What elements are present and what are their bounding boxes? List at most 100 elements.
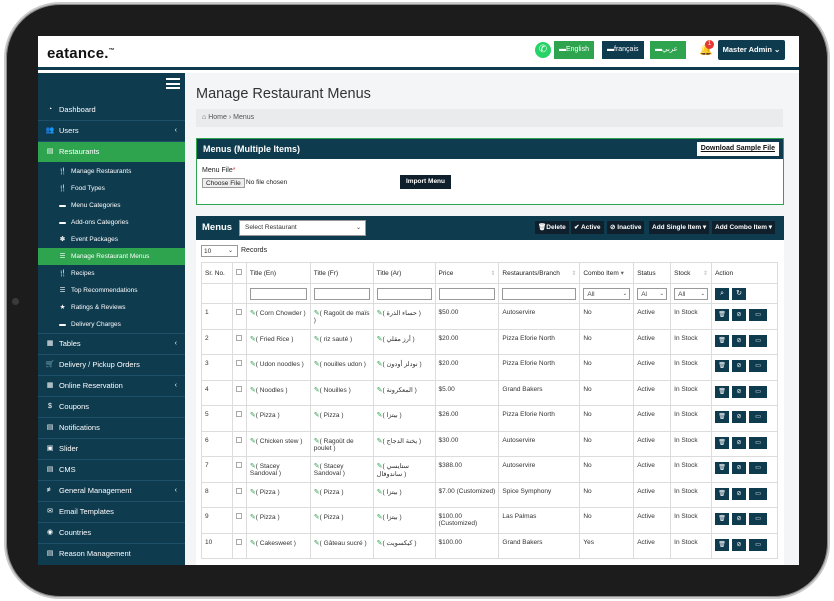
view-icon[interactable]: ▭ [749, 309, 768, 321]
restaurant-select[interactable]: Select Restaurant ⌄ [239, 220, 366, 236]
delete-icon[interactable]: 🗑 [715, 462, 730, 474]
view-icon[interactable]: ▭ [749, 411, 768, 423]
download-sample-button[interactable]: Download Sample File [696, 142, 779, 156]
col-price[interactable]: Price ⇕ [434, 262, 500, 284]
delete-icon[interactable]: 🗑 [715, 334, 730, 347]
sidebar-item-coupons[interactable]: $ Coupons [38, 397, 185, 417]
row-checkbox[interactable] [235, 513, 242, 519]
delete-icon[interactable]: 🗑 [715, 487, 730, 500]
lang-english-button[interactable]: ▬English [554, 41, 594, 59]
delete-icon[interactable]: 🗑 [715, 411, 730, 423]
sidebar-sub-manage-restaurants[interactable]: 🍴 Manage Restaurants [38, 163, 185, 180]
view-icon[interactable]: ▭ [749, 513, 768, 525]
view-icon[interactable]: ▭ [749, 538, 768, 551]
sidebar-sub-manage-restaurant-menus[interactable]: ☰ Manage Restaurant Menus [38, 248, 185, 265]
hamburger-icon[interactable] [166, 78, 180, 89]
row-checkbox[interactable] [235, 487, 242, 494]
sidebar-item-users[interactable]: 👥 Users ‹ [38, 121, 185, 141]
view-icon[interactable]: ▭ [749, 487, 768, 500]
filter-title-ar-input[interactable] [376, 287, 432, 300]
delete-icon[interactable]: 🗑 [715, 385, 730, 398]
filter-title-fr-input[interactable] [313, 287, 370, 300]
choose-file-button[interactable]: Choose File [202, 178, 245, 188]
view-icon[interactable]: ▭ [749, 360, 768, 372]
block-icon[interactable]: ⊘ [732, 513, 747, 525]
active-button[interactable]: ✔ Active [571, 221, 604, 234]
reset-icon[interactable]: ↻ [732, 287, 747, 300]
col-title-fr[interactable]: Title (Fr) [309, 262, 374, 284]
sidebar-sub-ratings-reviews[interactable]: ★ Ratings & Reviews [38, 299, 185, 316]
block-icon[interactable]: ⊘ [732, 487, 747, 500]
sidebar-sub-addons-categories[interactable]: ▬ Add-ons Categories [38, 214, 185, 231]
sidebar-item-reason-management[interactable]: ▤ Reason Management [38, 544, 185, 564]
sidebar-item-email-templates[interactable]: ✉ Email Templates [38, 502, 185, 522]
block-icon[interactable]: ⊘ [732, 462, 747, 474]
select-all-checkbox[interactable] [235, 269, 242, 275]
sidebar-item-slider[interactable]: ▣ Slider [38, 439, 185, 459]
filter-restaurant-input[interactable] [502, 287, 577, 300]
view-icon[interactable]: ▭ [749, 385, 768, 398]
inactive-button[interactable]: ⊘ Inactive [607, 221, 645, 234]
sidebar-item-dashboard[interactable]: ◔ Dashboard [38, 100, 185, 120]
sidebar-sub-delivery-charges[interactable]: ▬ Delivery Charges [38, 316, 185, 333]
sidebar-item-tables[interactable]: ▦ Tables ‹ [38, 334, 185, 354]
col-status[interactable]: Status [633, 262, 672, 284]
col-restaurants[interactable]: Restaurants/Branch ⇕ [498, 262, 581, 284]
sidebar-sub-recipes[interactable]: 🍴 Recipes [38, 265, 185, 282]
sidebar-sub-event-packages[interactable]: ✽ Event Packages [38, 231, 185, 248]
delete-icon[interactable]: 🗑 [715, 538, 730, 551]
block-icon[interactable]: ⊘ [732, 360, 747, 372]
sidebar-item-cms[interactable]: ▤ CMS [38, 460, 185, 480]
block-icon[interactable]: ⊘ [732, 436, 747, 449]
view-icon[interactable]: ▭ [749, 436, 768, 449]
filter-stock-select[interactable]: All ⌄ [674, 287, 709, 300]
add-combo-item-button[interactable]: Add Combo Item ▾ [712, 221, 776, 234]
whatsapp-icon[interactable]: ✆ [535, 42, 551, 58]
delete-icon[interactable]: 🗑 [715, 513, 730, 525]
col-title-en[interactable]: Title (En) [245, 262, 311, 284]
breadcrumb-home[interactable]: Home [208, 114, 227, 121]
filter-combo-select[interactable]: All ⌄ [583, 287, 631, 300]
admin-menu-button[interactable]: Master Admin ⌄ [718, 40, 785, 60]
delete-button[interactable]: 🗑Delete [535, 221, 569, 234]
sidebar-sub-menu-categories[interactable]: ▬ Menu Categories [38, 197, 185, 214]
view-icon[interactable]: ▭ [749, 462, 768, 474]
row-checkbox[interactable] [235, 385, 242, 392]
import-menu-button[interactable]: Import Menu [400, 175, 451, 189]
sidebar-item-notifications[interactable]: ▤ Notifications [38, 418, 185, 438]
row-checkbox[interactable] [235, 309, 242, 315]
col-combo[interactable]: Combo Item ▾ [579, 262, 635, 284]
col-stock[interactable]: Stock ⇕ [670, 262, 713, 284]
row-checkbox[interactable] [235, 411, 242, 417]
app-logo[interactable]: eatance.™ [47, 45, 115, 62]
search-icon[interactable]: ⌕ [715, 287, 730, 300]
block-icon[interactable]: ⊘ [732, 385, 747, 398]
delete-icon[interactable]: 🗑 [715, 360, 730, 372]
view-icon[interactable]: ▭ [749, 334, 768, 347]
delete-icon[interactable]: 🗑 [715, 309, 730, 321]
lang-french-button[interactable]: ▬français [602, 41, 644, 59]
block-icon[interactable]: ⊘ [732, 334, 747, 347]
sidebar-item-general-management[interactable]: ≢ General Management ‹ [38, 481, 185, 501]
row-checkbox[interactable] [235, 360, 242, 366]
col-title-ar[interactable]: Title (Ar) [372, 262, 436, 284]
row-checkbox[interactable] [235, 436, 242, 443]
sidebar-item-countries[interactable]: ◉ Countries [38, 523, 185, 543]
sidebar-sub-top-recommendations[interactable]: ☰ Top Recommendations [38, 282, 185, 299]
row-checkbox[interactable] [235, 462, 242, 468]
filter-title-en-input[interactable] [249, 287, 307, 300]
filter-price-input[interactable] [438, 287, 496, 300]
sidebar-item-online-reservation[interactable]: ▦ Online Reservation ‹ [38, 376, 185, 396]
row-checkbox[interactable] [235, 334, 242, 341]
records-select[interactable]: 10 ⌄ [201, 245, 238, 257]
block-icon[interactable]: ⊘ [732, 538, 747, 551]
row-checkbox[interactable] [235, 538, 242, 545]
sidebar-item-delivery-orders[interactable]: 🛒 Delivery / Pickup Orders [38, 355, 185, 375]
lang-arabic-button[interactable]: ▬عربي [650, 41, 686, 59]
sidebar-item-restaurants[interactable]: ▤ Restaurants [38, 142, 193, 162]
block-icon[interactable]: ⊘ [732, 309, 747, 321]
sidebar-sub-food-types[interactable]: 🍴 Food Types [38, 180, 185, 197]
filter-status-select[interactable]: Al ⌄ [637, 287, 668, 300]
add-single-item-button[interactable]: Add Single Item ▾ [649, 221, 710, 234]
delete-icon[interactable]: 🗑 [715, 436, 730, 449]
